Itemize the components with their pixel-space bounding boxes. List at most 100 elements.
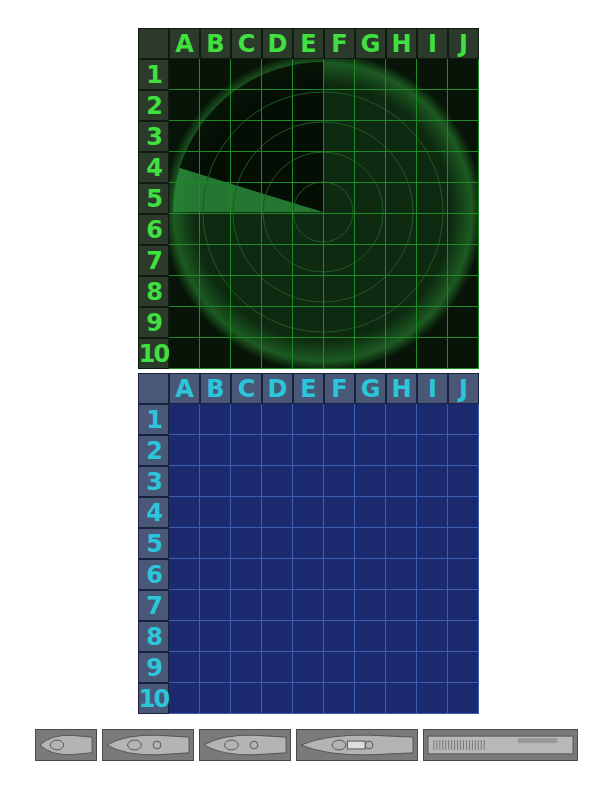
grid-cell[interactable]	[417, 559, 448, 590]
grid-cell[interactable]	[417, 59, 448, 90]
grid-cell[interactable]	[169, 497, 200, 528]
grid-cell[interactable]	[355, 183, 386, 214]
grid-cell[interactable]	[417, 683, 448, 714]
grid-cell[interactable]	[293, 307, 324, 338]
grid-cell[interactable]	[200, 497, 231, 528]
grid-cell[interactable]	[448, 276, 479, 307]
grid-cell[interactable]	[200, 528, 231, 559]
grid-cell[interactable]	[293, 497, 324, 528]
grid-cell[interactable]	[417, 528, 448, 559]
grid-cell[interactable]	[231, 466, 262, 497]
grid-cell[interactable]	[355, 245, 386, 276]
grid-cell[interactable]	[448, 466, 479, 497]
grid-cell[interactable]	[231, 338, 262, 369]
grid-cell[interactable]	[324, 683, 355, 714]
grid-cell[interactable]	[293, 121, 324, 152]
grid-cell[interactable]	[231, 152, 262, 183]
grid-cell[interactable]	[293, 528, 324, 559]
grid-cell[interactable]	[169, 121, 200, 152]
grid-cell[interactable]	[324, 590, 355, 621]
grid-cell[interactable]	[169, 528, 200, 559]
grid-cell[interactable]	[324, 652, 355, 683]
grid-cell[interactable]	[169, 621, 200, 652]
grid-cell[interactable]	[355, 338, 386, 369]
ship-card[interactable]	[199, 729, 291, 761]
grid-cell[interactable]	[324, 497, 355, 528]
grid-cell[interactable]	[448, 528, 479, 559]
grid-cell[interactable]	[386, 528, 417, 559]
grid-cell[interactable]	[231, 590, 262, 621]
grid-cell[interactable]	[262, 559, 293, 590]
grid-cell[interactable]	[200, 59, 231, 90]
grid-cell[interactable]	[293, 214, 324, 245]
grid-cell[interactable]	[200, 121, 231, 152]
grid-cell[interactable]	[324, 121, 355, 152]
grid-cell[interactable]	[386, 307, 417, 338]
grid-cell[interactable]	[262, 590, 293, 621]
grid-cell[interactable]	[324, 621, 355, 652]
grid-cell[interactable]	[169, 466, 200, 497]
grid-cell[interactable]	[293, 183, 324, 214]
grid-cell[interactable]	[324, 245, 355, 276]
grid-cell[interactable]	[386, 152, 417, 183]
grid-cell[interactable]	[262, 59, 293, 90]
grid-cell[interactable]	[386, 183, 417, 214]
grid-cell[interactable]	[262, 307, 293, 338]
grid-cell[interactable]	[169, 559, 200, 590]
grid-cell[interactable]	[355, 652, 386, 683]
grid-cell[interactable]	[386, 466, 417, 497]
grid-cell[interactable]	[262, 652, 293, 683]
grid-cell[interactable]	[169, 90, 200, 121]
grid-cell[interactable]	[417, 183, 448, 214]
grid-cell[interactable]	[448, 59, 479, 90]
grid-cell[interactable]	[448, 683, 479, 714]
grid-cell[interactable]	[231, 528, 262, 559]
grid-cell[interactable]	[355, 404, 386, 435]
grid-cell[interactable]	[262, 683, 293, 714]
grid-cell[interactable]	[262, 497, 293, 528]
grid-cell[interactable]	[324, 466, 355, 497]
grid-cell[interactable]	[417, 497, 448, 528]
grid-cell[interactable]	[355, 307, 386, 338]
grid-cell[interactable]	[448, 497, 479, 528]
ship-card[interactable]	[423, 729, 578, 761]
grid-cell[interactable]	[293, 683, 324, 714]
grid-cell[interactable]	[417, 245, 448, 276]
grid-cell[interactable]	[262, 214, 293, 245]
grid-cell[interactable]	[262, 466, 293, 497]
grid-cell[interactable]	[355, 466, 386, 497]
grid-cell[interactable]	[169, 683, 200, 714]
grid-cell[interactable]	[448, 404, 479, 435]
grid-cell[interactable]	[200, 90, 231, 121]
grid-cell[interactable]	[169, 152, 200, 183]
grid-cell[interactable]	[169, 652, 200, 683]
grid-cell[interactable]	[324, 183, 355, 214]
grid-cell[interactable]	[417, 621, 448, 652]
grid-cell[interactable]	[200, 183, 231, 214]
grid-cell[interactable]	[293, 466, 324, 497]
grid-cell[interactable]	[355, 590, 386, 621]
grid-cell[interactable]	[169, 338, 200, 369]
grid-cell[interactable]	[262, 245, 293, 276]
grid-cell[interactable]	[169, 59, 200, 90]
grid-cell[interactable]	[386, 59, 417, 90]
grid-cell[interactable]	[262, 276, 293, 307]
grid-cell[interactable]	[262, 121, 293, 152]
grid-cell[interactable]	[386, 621, 417, 652]
grid-cell[interactable]	[324, 338, 355, 369]
grid-cell[interactable]	[386, 559, 417, 590]
grid-cell[interactable]	[355, 683, 386, 714]
grid-cell[interactable]	[386, 683, 417, 714]
grid-cell[interactable]	[448, 214, 479, 245]
grid-cell[interactable]	[324, 528, 355, 559]
grid-cell[interactable]	[200, 245, 231, 276]
grid-cell[interactable]	[200, 338, 231, 369]
grid-cell[interactable]	[262, 90, 293, 121]
grid-cell[interactable]	[324, 276, 355, 307]
grid-cell[interactable]	[293, 559, 324, 590]
grid-cell[interactable]	[200, 214, 231, 245]
grid-cell[interactable]	[293, 276, 324, 307]
grid-cell[interactable]	[448, 590, 479, 621]
grid-cell[interactable]	[231, 435, 262, 466]
grid-cell[interactable]	[386, 90, 417, 121]
